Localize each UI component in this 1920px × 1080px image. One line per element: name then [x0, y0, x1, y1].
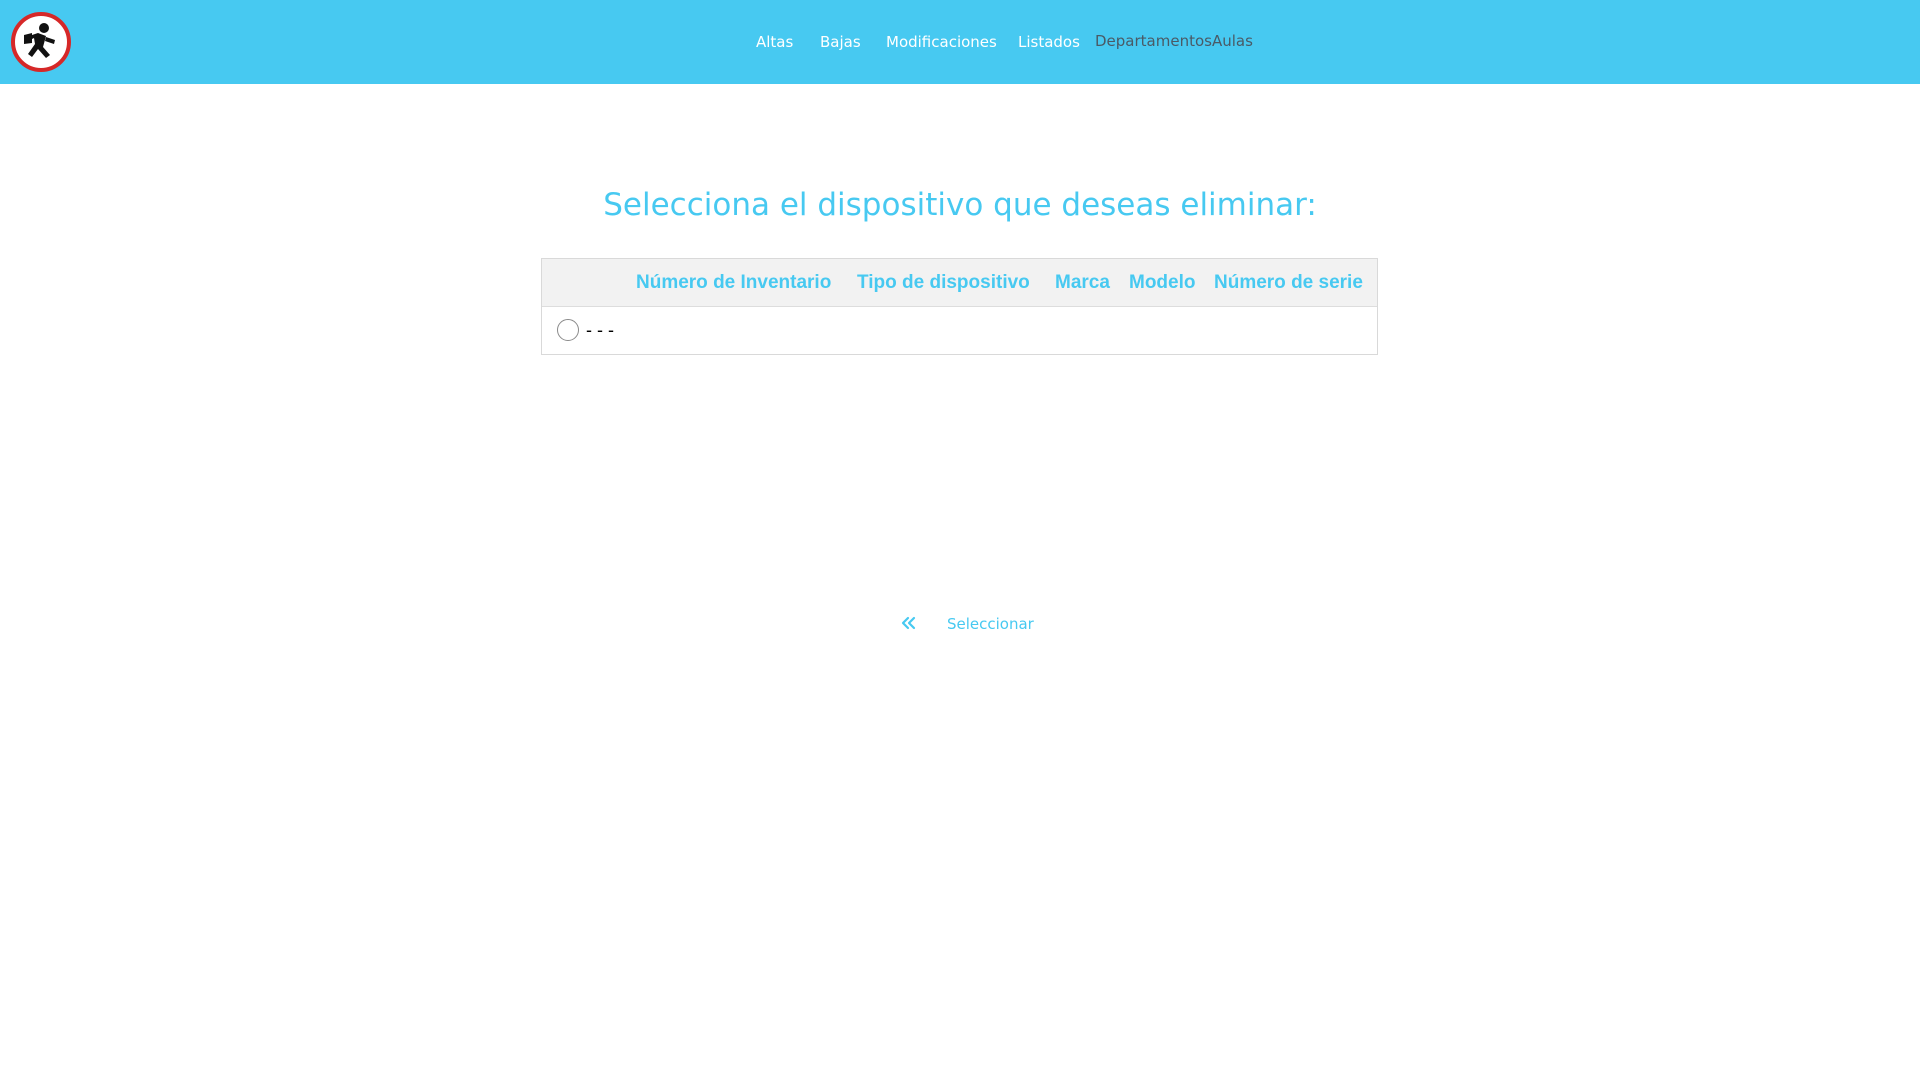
nav-aulas[interactable]: Aulas — [1212, 32, 1253, 50]
row-placeholder-text: - - - — [586, 320, 614, 340]
column-header-inventory-number[interactable]: Número de Inventario — [636, 272, 831, 294]
table-row: - - - — [542, 307, 1377, 354]
column-header-brand[interactable]: Marca — [1055, 272, 1110, 294]
nav-departamentos[interactable]: Departamentos — [1095, 32, 1212, 50]
nav-bajas[interactable]: Bajas — [820, 33, 861, 51]
main-nav: Altas Bajas Modificaciones Listados Depa… — [0, 0, 1920, 84]
nav-modificaciones[interactable]: Modificaciones — [886, 33, 997, 51]
table-header: Número de Inventario Tipo de dispositivo… — [542, 259, 1377, 307]
double-chevron-left-icon[interactable] — [898, 612, 920, 634]
top-navbar: Altas Bajas Modificaciones Listados Depa… — [0, 0, 1920, 84]
column-header-serial-number[interactable]: Número de serie — [1214, 272, 1363, 294]
nav-listados[interactable]: Listados — [1018, 33, 1080, 51]
column-header-device-type[interactable]: Tipo de dispositivo — [857, 272, 1030, 294]
row-select-radio[interactable] — [557, 319, 579, 341]
nav-altas[interactable]: Altas — [756, 33, 793, 51]
column-header-model[interactable]: Modelo — [1129, 272, 1196, 294]
devices-table: Número de Inventario Tipo de dispositivo… — [541, 258, 1378, 355]
page-title: Selecciona el dispositivo que deseas eli… — [603, 187, 1317, 223]
select-button[interactable]: Seleccionar — [947, 615, 1034, 633]
